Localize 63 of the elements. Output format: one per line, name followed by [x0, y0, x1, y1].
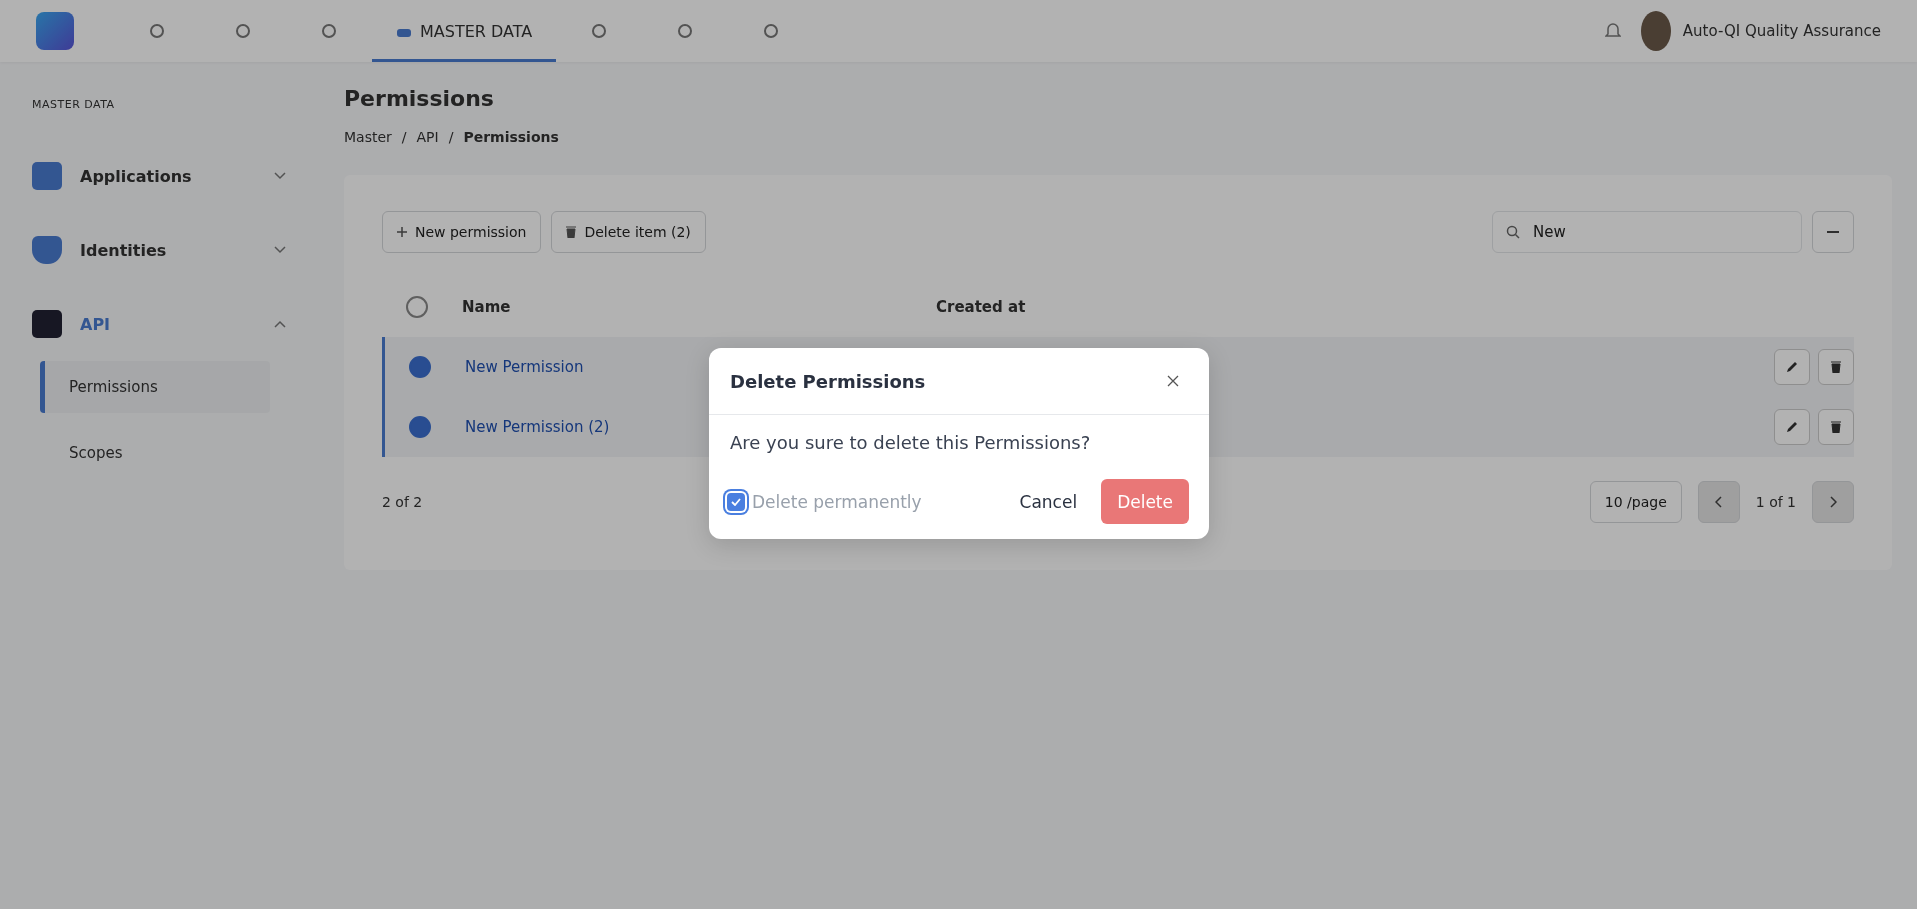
page-title: Permissions	[344, 86, 495, 111]
sidebar-group[interactable]: Applications	[32, 139, 310, 213]
nav-tab[interactable]: MASTER DATA	[372, 0, 557, 62]
group-icon	[32, 310, 62, 338]
circle-icon	[678, 24, 693, 38]
circle-icon	[764, 24, 779, 38]
edit-button[interactable]	[1774, 349, 1810, 385]
plus-icon	[397, 227, 407, 237]
permission-link[interactable]: New Permission (2)	[465, 418, 610, 436]
group-icon	[32, 236, 62, 264]
trash-button[interactable]	[1818, 349, 1854, 385]
app-logo[interactable]	[36, 12, 74, 50]
check-icon	[731, 497, 741, 506]
column-header[interactable]: Name	[462, 298, 902, 316]
trash-icon	[1831, 361, 1841, 373]
sidebar-item[interactable]: Scopes	[40, 427, 270, 479]
user-name: Auto-QI Quality Assurance	[1682, 22, 1881, 40]
select-all-checkbox[interactable]	[406, 296, 428, 318]
avatar[interactable]	[1640, 11, 1671, 51]
chevron-icon	[274, 246, 286, 254]
page-size-select[interactable]: 10 /page	[1589, 481, 1682, 523]
close-icon	[1167, 375, 1179, 387]
chevron-right-icon	[1829, 496, 1837, 508]
more-button[interactable]	[1812, 211, 1854, 253]
previous-page-button[interactable]	[1697, 481, 1740, 523]
circle-icon	[592, 24, 607, 38]
sidebar-group[interactable]: Identities	[32, 213, 310, 287]
edit-button[interactable]	[1774, 409, 1810, 445]
dialog-title: Delete Permissions	[730, 370, 926, 392]
circle-icon	[150, 24, 164, 38]
breadcrumb-separator: /	[401, 129, 407, 145]
chevron-left-icon	[1715, 496, 1723, 508]
row-checkbox[interactable]	[409, 416, 431, 438]
trash-icon	[1831, 421, 1841, 433]
delete-items-button[interactable]: Delete item (2)	[551, 211, 706, 253]
row-checkbox[interactable]	[409, 356, 431, 378]
trash-icon	[566, 226, 577, 238]
dialog-message: Are you sure to delete this Permissions?	[729, 431, 1092, 453]
breadcrumb-item[interactable]: Master	[344, 129, 392, 145]
circle-icon	[322, 24, 336, 38]
pencil-icon	[1786, 361, 1798, 373]
breadcrumb-separator: /	[448, 129, 454, 145]
checkbox-label: Delete permanently	[752, 491, 922, 512]
cancel-button[interactable]: Cancel	[1005, 481, 1092, 522]
permission-link[interactable]: New Permission	[465, 358, 584, 376]
sidebar-item[interactable]: Permissions	[40, 361, 270, 413]
dash-icon	[1827, 231, 1839, 233]
group-icon	[32, 162, 62, 190]
row-count: 2 of 2	[382, 494, 423, 510]
circle-icon	[236, 24, 250, 38]
column-header[interactable]: Created at	[936, 298, 1026, 316]
sidebar-heading: MASTER DATA	[32, 98, 116, 111]
breadcrumb-item[interactable]: API	[416, 129, 439, 145]
page-indicator: 1 of 1	[1755, 494, 1796, 510]
breadcrumb-item: Permissions	[463, 129, 559, 145]
new-permission-button[interactable]: New permission	[382, 211, 542, 253]
trash-button[interactable]	[1818, 409, 1854, 445]
pencil-icon	[1786, 421, 1798, 433]
search-icon	[1506, 225, 1520, 239]
chevron-icon	[274, 172, 286, 180]
bell-icon	[1604, 22, 1621, 40]
chevron-icon	[274, 320, 286, 328]
search-field[interactable]: New	[1492, 211, 1802, 253]
